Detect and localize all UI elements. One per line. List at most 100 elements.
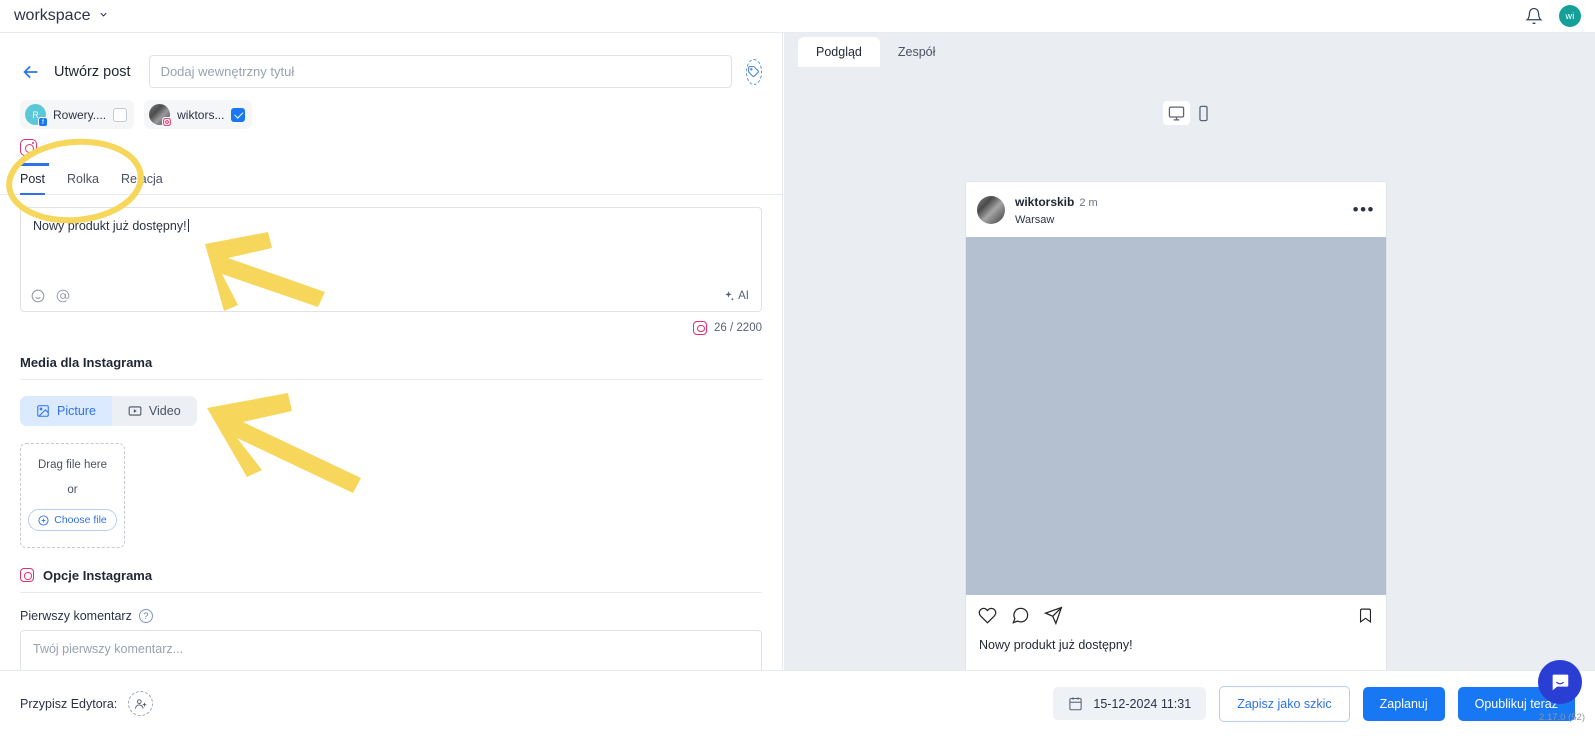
preview-tabs: Podgląd Zespół: [784, 33, 1595, 67]
more-options-icon[interactable]: •••: [1353, 200, 1375, 220]
preview-post-header: wiktorskib 2 m Warsaw •••: [966, 182, 1386, 237]
media-type-toggle-wrap: Picture Video: [0, 380, 782, 426]
assign-editor-group: Przypisz Edytora:: [20, 691, 154, 716]
tab-zespol[interactable]: Zespół: [880, 37, 954, 67]
choose-file-button[interactable]: Choose file: [28, 509, 117, 531]
account-name: Rowery....: [53, 107, 107, 122]
post-type-tabs: Post Rolka Relacja: [0, 166, 782, 195]
image-icon: [37, 404, 49, 417]
share-icon[interactable]: [1043, 606, 1063, 626]
bookmark-icon[interactable]: [1357, 606, 1374, 625]
preview-pane: Podgląd Zespół wiktorskib 2 m Warsaw •••: [784, 33, 1595, 681]
workspace-name[interactable]: workspace: [14, 7, 90, 25]
app-root: workspace wi Utwórz post R: [0, 0, 1595, 736]
tag-icon[interactable]: [745, 58, 762, 85]
instagram-icon: [20, 568, 34, 582]
internal-title-input[interactable]: [148, 55, 732, 88]
ai-label: AI: [738, 290, 749, 302]
content-editor-text[interactable]: Nowy produkt już dostępny!: [21, 208, 761, 245]
arrow-left-icon[interactable]: [20, 61, 42, 83]
tab-relacja[interactable]: Relacja: [121, 172, 163, 195]
first-comment-label-row: Pierwszy komentarz ?: [0, 593, 782, 630]
video-icon: [128, 405, 142, 416]
account-chip-instagram[interactable]: wiktors...: [144, 100, 253, 129]
instagram-options-header: Opcje Instagrama: [0, 548, 782, 592]
comment-icon[interactable]: [1011, 606, 1030, 625]
account-avatar: [149, 104, 173, 127]
device-preview-toggle: [784, 101, 1595, 125]
media-type-toggle: Picture Video: [20, 395, 197, 426]
bell-icon[interactable]: [1525, 7, 1543, 25]
question-icon[interactable]: ?: [138, 608, 153, 623]
assign-editor-label: Przypisz Edytora:: [20, 696, 118, 711]
character-count: 26 / 2200: [714, 321, 762, 334]
file-drop-zone[interactable]: Drag file here or Choose file: [20, 442, 125, 548]
account-checkbox[interactable]: [231, 107, 246, 122]
media-tab-video-label: Video: [148, 403, 181, 418]
instagram-icon[interactable]: [20, 139, 37, 156]
tab-podglad[interactable]: Podgląd: [798, 37, 880, 67]
media-tab-video[interactable]: Video: [112, 396, 197, 426]
media-tab-picture[interactable]: Picture: [20, 395, 112, 426]
first-comment-input[interactable]: Twój pierwszy komentarz...: [20, 629, 762, 670]
avatar: [977, 195, 1005, 224]
mention-icon[interactable]: [56, 289, 70, 303]
drop-zone-text: Drag file here: [37, 459, 108, 471]
page-title: Utwórz post: [54, 63, 131, 80]
mobile-icon[interactable]: [1190, 101, 1217, 125]
media-tab-picture-label: Picture: [57, 403, 96, 418]
content-editor-wrap: Nowy produkt już dostępny! AI: [0, 195, 782, 312]
ai-assist-button[interactable]: AI: [722, 290, 749, 303]
tab-rolka[interactable]: Rolka: [67, 172, 99, 195]
chat-bubble-icon[interactable]: [1538, 660, 1582, 704]
preview-username: wiktorskib: [1015, 195, 1075, 209]
preview-location: Warsaw: [1015, 213, 1055, 226]
instagram-options-title: Opcje Instagrama: [43, 567, 153, 583]
chevron-down-icon[interactable]: [98, 7, 109, 25]
preview-post-meta: wiktorskib 2 m Warsaw: [1015, 192, 1098, 227]
post-editor-pane: Utwórz post R f Rowery....: [0, 33, 783, 670]
text-caret: [187, 218, 189, 232]
emoji-icon[interactable]: [31, 289, 45, 303]
add-user-icon[interactable]: [128, 691, 154, 716]
account-name: wiktors...: [177, 107, 225, 122]
first-comment-label: Pierwszy komentarz: [20, 608, 132, 623]
choose-file-label: Choose file: [54, 514, 107, 526]
media-section-title: Media dla Instagrama: [20, 354, 153, 370]
instagram-preview-card: wiktorskib 2 m Warsaw ••• Nowy produkt j…: [965, 181, 1387, 681]
drop-zone-or: or: [67, 484, 78, 496]
calendar-icon: [1069, 697, 1083, 711]
avatar[interactable]: wi: [1559, 5, 1581, 27]
preview-username-row: wiktorskib 2 m: [1015, 192, 1098, 213]
character-counter-row: 26 / 2200: [0, 312, 782, 335]
content-text-value: Nowy produkt już dostępny!: [33, 218, 187, 233]
bottom-action-bar: Przypisz Edytora: 15-12-2024 11:31 Zapis…: [0, 670, 1595, 736]
account-selector: R f Rowery.... wiktors...: [0, 88, 782, 129]
instagram-icon: [162, 117, 173, 127]
schedule-date-picker[interactable]: 15-12-2024 11:31: [1053, 687, 1207, 720]
editor-toolbar: [31, 289, 70, 303]
editor-header-row: Utwórz post: [0, 33, 782, 88]
facebook-icon: f: [38, 117, 48, 127]
account-chip-facebook[interactable]: R f Rowery....: [20, 100, 135, 129]
schedule-button[interactable]: Zaplanuj: [1362, 686, 1445, 721]
top-bar: workspace wi: [0, 0, 1595, 33]
account-avatar: R f: [25, 104, 48, 127]
plus-circle-icon: [38, 514, 49, 526]
tab-post[interactable]: Post: [20, 172, 46, 195]
preview-timestamp: 2 m: [1079, 197, 1098, 209]
content-editor[interactable]: Nowy produkt już dostępny! AI: [20, 206, 762, 312]
schedule-date-value: 15-12-2024 11:31: [1093, 696, 1192, 711]
preview-image-placeholder: [966, 237, 1386, 596]
like-icon[interactable]: [978, 606, 997, 625]
save-draft-button[interactable]: Zapisz jako szkic: [1219, 685, 1350, 722]
account-checkbox[interactable]: [113, 107, 128, 122]
instagram-icon: [693, 320, 708, 335]
preview-action-bar: [966, 595, 1386, 629]
app-version: 2.17.0 (52): [1539, 712, 1585, 723]
network-tab-row: [0, 129, 782, 166]
preview-caption: Nowy produkt już dostępny!: [979, 638, 1133, 653]
desktop-icon[interactable]: [1162, 101, 1190, 125]
topbar-right-group: wi: [1525, 5, 1581, 27]
bottom-buttons-group: 15-12-2024 11:31 Zapisz jako szkic Zapla…: [1053, 685, 1575, 722]
